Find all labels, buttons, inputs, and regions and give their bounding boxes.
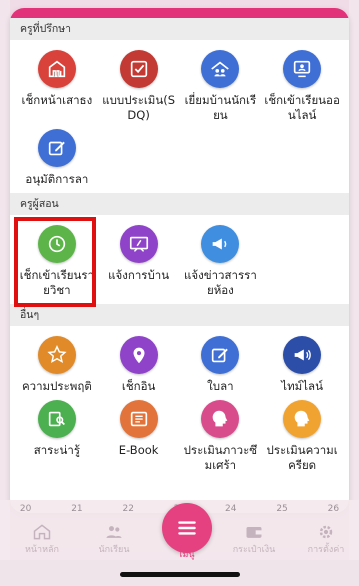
calendar-date: 26 (327, 504, 340, 514)
menu-item-behavior[interactable]: ความประพฤติ (16, 330, 98, 394)
board-icon (119, 225, 158, 263)
menu-item-ebook[interactable]: E-Book (98, 394, 180, 473)
menu-item-subject-attendance[interactable]: เช็กเข้าเรียนรายวิชา (16, 219, 98, 298)
menu-item-knowledge[interactable]: สาระน่ารู้ (16, 394, 98, 473)
menu-item-label: ไทม์ไลน์ (281, 379, 323, 393)
edit-icon (201, 336, 240, 374)
megaphone-icon (201, 225, 240, 263)
menu-sheet: ครูที่ปรึกษา เช็กหน้าเสาธง แบบประเมิน(SD… (10, 8, 349, 513)
menu-item-approve-leave[interactable]: อนุมัติการลา (16, 123, 98, 187)
head-icon (283, 400, 322, 438)
menu-item-timeline[interactable]: ไทม์ไลน์ (261, 330, 343, 394)
menu-item-leave-form[interactable]: ใบลา (180, 330, 262, 394)
star-icon (37, 336, 76, 374)
menu-item-class-news[interactable]: แจ้งข่าวสารรายห้อง (180, 219, 262, 298)
calendar-date: 21 (71, 504, 83, 514)
menu-item-depression-assessment[interactable]: ประเมินภาวะซึมเศร้า (180, 394, 262, 473)
menu-item-label: ความประพฤติ (21, 379, 92, 393)
head-icon (201, 400, 240, 438)
nav-menu-label: เมนู (179, 550, 195, 560)
section-header-advisor: ครูที่ปรึกษา (10, 18, 349, 40)
menu-item-label: ประเมินความเครียด (266, 443, 338, 472)
menu-item-label: เช็กหน้าเสาธง (21, 93, 93, 107)
menu-item-flag-check[interactable]: เช็กหน้าเสาธง (16, 44, 98, 123)
menu-item-label: เช็กเข้าเรียนออนไลน์ (264, 93, 340, 122)
other-menu-grid: ความประพฤติ เช็กอิน ใบลา ไทม์ไลน์ สาระน่… (10, 326, 349, 479)
checkbox-icon (119, 50, 158, 88)
nav-home-label: หน้าหลัก (24, 545, 60, 555)
nav-wallet[interactable]: กระเป๋าเงิน (228, 522, 280, 556)
hamburger-icon (178, 521, 196, 535)
background-right-strip (349, 0, 359, 586)
menu-item-label: อนุมัติการลา (25, 172, 89, 186)
advisor-menu-grid: เช็กหน้าเสาธง แบบประเมิน(SDQ) เยี่ยมบ้าน… (10, 40, 349, 193)
wallet-icon (246, 527, 262, 538)
menu-item-label: สาระน่ารู้ (33, 443, 81, 457)
calendar-date: 20 (19, 504, 32, 514)
nav-home[interactable]: หน้าหลัก (16, 522, 68, 556)
people-icon (106, 526, 122, 538)
menu-item-label: เยี่ยมบ้านนักเรียน (184, 93, 257, 122)
search-book-icon (37, 400, 76, 438)
menu-item-label: แจ้งข่าวสารรายห้อง (183, 268, 257, 297)
menu-item-label: แบบประเมิน(SDQ) (102, 93, 176, 122)
menu-item-label: E-Book (118, 443, 159, 457)
menu-item-label: ประเมินภาวะซึมเศร้า (183, 443, 258, 472)
menu-item-sdq-assessment[interactable]: แบบประเมิน(SDQ) (98, 44, 180, 123)
menu-item-check-in[interactable]: เช็กอิน (98, 330, 180, 394)
nav-menu-button[interactable] (162, 503, 212, 553)
location-pin-icon (119, 336, 158, 374)
home-icon (33, 524, 51, 540)
edit-icon (37, 129, 76, 167)
nav-students-label: นักเรียน (98, 545, 130, 555)
nav-wallet-label: กระเป๋าเงิน (232, 545, 276, 555)
menu-item-label: เช็กอิน (121, 379, 156, 393)
menu-item-online-attendance[interactable]: เช็กเข้าเรียนออนไลน์ (261, 44, 343, 123)
background-left-strip (0, 0, 10, 586)
home-indicator[interactable] (120, 572, 240, 577)
nav-students[interactable]: นักเรียน (88, 522, 140, 556)
calendar-date: 25 (276, 504, 288, 514)
gear-icon (319, 525, 333, 539)
sheet-top-bar (10, 8, 349, 18)
nav-settings[interactable]: การตั้งค่า (300, 522, 352, 556)
home-visit-icon (201, 50, 240, 88)
calendar-date: 24 (225, 504, 237, 514)
menu-item-label: เช็กเข้าเรียนรายวิชา (19, 268, 95, 297)
menu-item-stress-assessment[interactable]: ประเมินความเครียด (261, 394, 343, 473)
megaphone-icon (283, 336, 322, 374)
teacher-menu-grid: เช็กเข้าเรียนรายวิชา แจ้งการบ้าน แจ้งข่า… (10, 215, 349, 304)
clock-icon (37, 225, 76, 263)
online-check-icon (283, 50, 322, 88)
calendar-date: 22 (122, 504, 134, 514)
nav-settings-label: การตั้งค่า (307, 545, 345, 555)
menu-item-label: แจ้งการบ้าน (108, 268, 170, 282)
menu-item-label: ใบลา (207, 379, 234, 393)
menu-item-homework[interactable]: แจ้งการบ้าน (98, 219, 180, 298)
section-header-teacher: ครูผู้สอน (10, 193, 349, 215)
section-header-other: อื่นๆ (10, 304, 349, 326)
flag-house-icon (37, 50, 76, 88)
menu-item-home-visit[interactable]: เยี่ยมบ้านนักเรียน (180, 44, 262, 123)
book-icon (119, 400, 158, 438)
